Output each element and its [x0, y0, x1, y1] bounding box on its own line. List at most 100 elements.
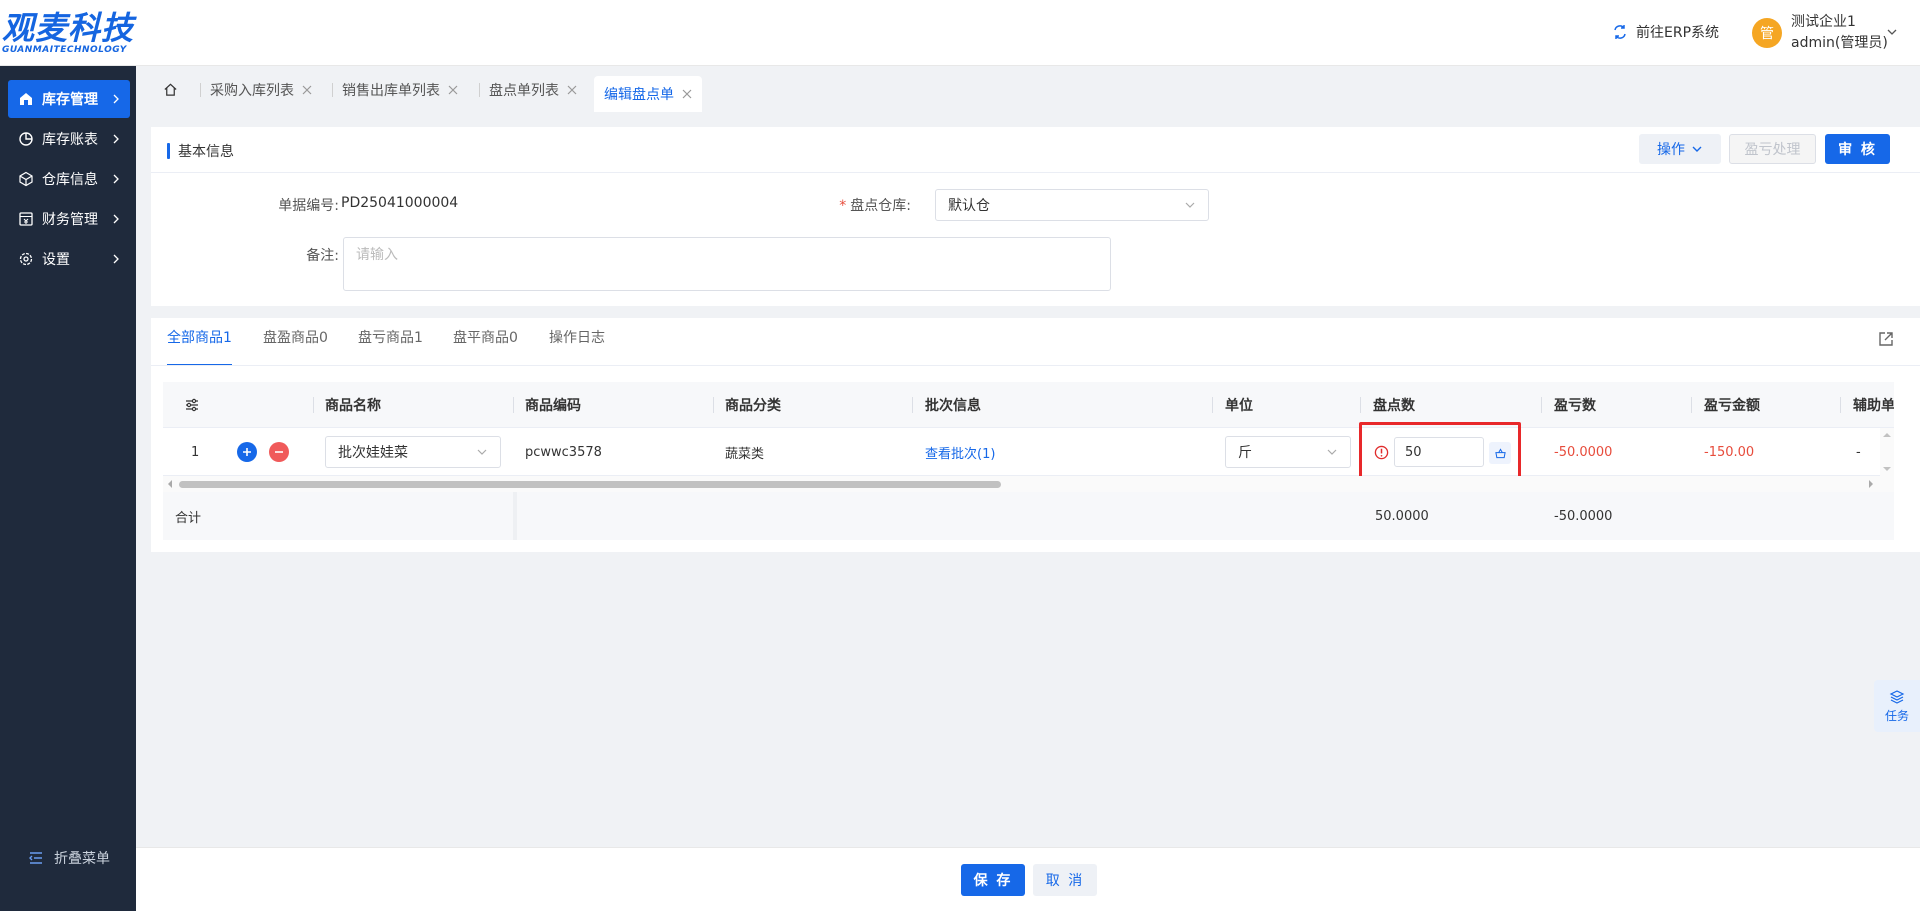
remark-textarea[interactable]: 请输入	[343, 237, 1111, 291]
tab-label: 编辑盘点单	[604, 87, 674, 103]
product-category: 蔬菜类	[725, 446, 765, 462]
minus-icon	[275, 451, 283, 453]
collapse-menu-button[interactable]: 折叠菜单	[28, 848, 110, 868]
section-title: 基本信息	[167, 143, 234, 160]
column-header-code: 商品编码	[525, 398, 581, 414]
table-header: 商品名称 商品编码 商品分类 批次信息 单位 盘点数 盈亏数 盈亏金额 辅助单	[163, 382, 1894, 428]
avatar[interactable]: 管	[1752, 18, 1782, 48]
warehouse-select[interactable]: 默认仓	[935, 189, 1209, 221]
top-header: 观麦科技 GUANMAITECHNOLOGY 前往ERP系统 管 测试企业1 a…	[0, 0, 1920, 66]
tab-sales-outbound-list[interactable]: 销售出库单列表	[332, 76, 458, 104]
export-icon[interactable]	[1877, 330, 1895, 348]
goods-card: 全部商品1 盘盈商品0 盘亏商品1 盘平商品0 操作日志 商品名称 商品编码 商…	[151, 318, 1920, 552]
basic-info-card: 基本信息 操作 盈亏处理 审 核 单据编号: PD25041000004 * 盘点…	[151, 127, 1920, 306]
sidebar: 库存管理 库存账表 仓库信息 财务管理 设置 折叠菜单	[0, 66, 136, 911]
goto-erp-link[interactable]: 前往ERP系统	[1612, 22, 1719, 42]
sidebar-item-finance[interactable]: 财务管理	[8, 200, 130, 238]
chevron-right-icon	[113, 254, 119, 264]
pie-chart-icon	[18, 131, 34, 147]
tab-purchase-inbound-list[interactable]: 采购入库列表	[200, 76, 312, 104]
table-row: 1 批次娃娃菜 pcwwc3578 蔬菜类 查看批次(1) 斤 50 -50.0…	[163, 428, 1894, 476]
chevron-right-icon	[113, 214, 119, 224]
horizontal-scrollbar[interactable]	[163, 476, 1894, 492]
sidebar-item-label: 库存管理	[42, 92, 98, 108]
profit-loss-process-button[interactable]: 盈亏处理	[1729, 134, 1816, 164]
column-header-name: 商品名称	[325, 398, 381, 414]
tab-loss-goods[interactable]: 盘亏商品1	[358, 330, 423, 362]
column-header-pl-amount: 盈亏金额	[1704, 398, 1760, 414]
sidebar-item-inventory[interactable]: 库存管理	[8, 80, 130, 118]
task-float-button[interactable]: 任务	[1874, 680, 1920, 732]
tab-even-goods[interactable]: 盘平商品0	[453, 330, 518, 362]
column-header-aux: 辅助单	[1853, 398, 1894, 414]
sidebar-item-label: 设置	[42, 252, 70, 268]
tab-profit-goods[interactable]: 盘盈商品0	[263, 330, 328, 362]
sidebar-item-stock-report[interactable]: 库存账表	[8, 120, 130, 158]
basket-button[interactable]	[1489, 442, 1511, 464]
sidebar-item-settings[interactable]: 设置	[8, 240, 130, 278]
tab-edit-stocktake[interactable]: 编辑盘点单	[594, 76, 702, 112]
aux-unit-value: -	[1856, 444, 1861, 460]
warehouse-icon	[18, 91, 34, 107]
remark-label: 备注:	[306, 248, 339, 264]
chevron-right-icon	[113, 174, 119, 184]
collapse-menu-label: 折叠菜单	[54, 851, 110, 867]
row-index: 1	[191, 444, 200, 460]
total-count: 50.0000	[1375, 508, 1429, 524]
layers-icon	[1889, 689, 1905, 704]
column-settings-icon[interactable]	[185, 382, 199, 428]
tab-operation-log[interactable]: 操作日志	[549, 330, 605, 362]
close-icon[interactable]	[567, 85, 577, 95]
add-row-button[interactable]	[237, 442, 257, 462]
unit-select[interactable]: 斤	[1225, 436, 1351, 468]
tab-home[interactable]	[158, 76, 182, 102]
logo-subtext: GUANMAITECHNOLOGY	[2, 45, 127, 55]
audit-button[interactable]: 审 核	[1825, 134, 1890, 164]
task-float-label: 任务	[1884, 708, 1909, 723]
product-code: pcwwc3578	[525, 444, 602, 460]
table-footer: 合计 50.0000 -50.0000	[163, 492, 1894, 540]
vertical-scrollbar[interactable]	[1880, 428, 1894, 476]
chevron-down-icon[interactable]	[1886, 26, 1898, 38]
logo-text: 观麦科技	[2, 9, 135, 47]
column-header-category: 商品分类	[725, 398, 781, 414]
goto-erp-label: 前往ERP系统	[1636, 25, 1720, 41]
chevron-right-icon	[113, 134, 119, 144]
user-info[interactable]: 测试企业1 admin(管理员)	[1791, 12, 1888, 54]
column-header-batch: 批次信息	[925, 398, 981, 414]
product-name-select[interactable]: 批次娃娃菜	[325, 436, 501, 468]
user-name: admin(管理员)	[1791, 35, 1888, 51]
chevron-right-icon	[113, 94, 119, 104]
warehouse-label: * 盘点仓库:	[839, 198, 911, 214]
home-icon	[163, 83, 177, 96]
doc-no-value: PD25041000004	[341, 195, 459, 211]
tab-label: 盘点单列表	[489, 83, 559, 99]
tab-stocktake-list[interactable]: 盘点单列表	[479, 76, 577, 104]
doc-no-label: 单据编号:	[278, 198, 339, 214]
chevron-down-icon	[1327, 449, 1337, 455]
remove-row-button[interactable]	[269, 442, 289, 462]
stocktake-count-input[interactable]: 50	[1394, 437, 1484, 467]
sidebar-item-label: 财务管理	[42, 212, 98, 228]
save-button[interactable]: 保 存	[961, 864, 1025, 896]
close-icon[interactable]	[302, 85, 312, 95]
column-header-pl-qty: 盈亏数	[1554, 398, 1596, 414]
close-icon[interactable]	[448, 85, 458, 95]
warning-icon	[1374, 445, 1389, 460]
page-tabs-bar: 采购入库列表 销售出库单列表 盘点单列表 编辑盘点单	[136, 66, 1920, 112]
view-batch-link[interactable]: 查看批次(1)	[925, 428, 995, 476]
tab-label: 采购入库列表	[210, 83, 294, 99]
sidebar-item-label: 仓库信息	[42, 172, 98, 188]
close-icon[interactable]	[682, 89, 692, 99]
column-header-count: 盘点数	[1373, 398, 1415, 414]
profit-loss-qty: -50.0000	[1554, 444, 1613, 460]
company-name: 测试企业1	[1791, 14, 1856, 30]
operate-dropdown-button[interactable]: 操作	[1639, 134, 1721, 164]
column-header-unit: 单位	[1225, 398, 1253, 414]
sidebar-item-warehouse-info[interactable]: 仓库信息	[8, 160, 130, 198]
basket-icon	[1494, 447, 1506, 458]
cancel-button[interactable]: 取 消	[1033, 864, 1097, 896]
profit-loss-amount: -150.00	[1704, 444, 1755, 460]
tab-all-goods[interactable]: 全部商品1	[167, 330, 232, 366]
brand-logo[interactable]: 观麦科技 GUANMAITECHNOLOGY	[0, 8, 140, 56]
